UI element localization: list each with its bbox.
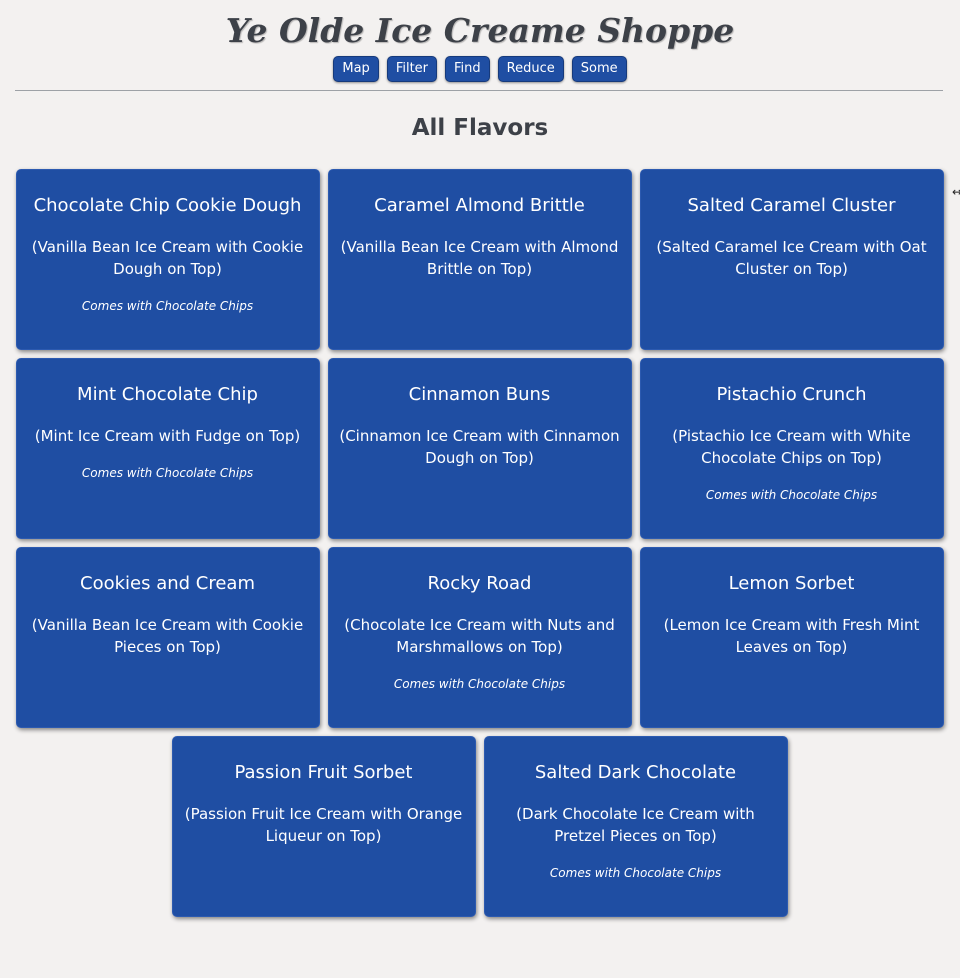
flavor-name: Pistachio Crunch (716, 384, 867, 405)
page-header: Ye Olde Ice Creame Shoppe Map Filter Fin… (0, 0, 960, 82)
section-title: All Flavors (411, 115, 549, 141)
flavor-description: (Mint Ice Cream with Fudge on Top) (34, 427, 301, 445)
find-button[interactable]: Find (445, 56, 490, 82)
flavor-description: (Pistachio Ice Cream with White Chocolat… (672, 427, 911, 467)
nav-bar: Map Filter Find Reduce Some (0, 56, 960, 82)
filter-button[interactable]: Filter (386, 56, 438, 82)
flavor-card[interactable]: Chocolate Chip Cookie Dough (Vanilla Bea… (15, 169, 320, 350)
flavor-description: (Chocolate Ice Cream with Nuts and Marsh… (344, 616, 615, 656)
some-button[interactable]: Some (571, 56, 627, 82)
flavor-card[interactable]: Cinnamon Buns (Cinnamon Ice Cream with C… (327, 358, 632, 539)
flavor-description: (Passion Fruit Ice Cream with Orange Liq… (184, 805, 463, 845)
app-title: Ye Olde Ice Creame Shoppe (225, 11, 735, 50)
flavor-name: Chocolate Chip Cookie Dough (33, 195, 302, 216)
map-button[interactable]: Map (333, 56, 379, 82)
flavor-card[interactable]: Salted Dark Chocolate (Dark Chocolate Ic… (483, 736, 788, 917)
flavor-name: Cookies and Cream (80, 573, 255, 594)
flavor-card[interactable]: Mint Chocolate Chip (Mint Ice Cream with… (15, 358, 320, 539)
flavor-card[interactable]: Rocky Road (Chocolate Ice Cream with Nut… (327, 547, 632, 728)
flavor-card[interactable]: Passion Fruit Sorbet (Passion Fruit Ice … (171, 736, 476, 917)
flavor-extra: Comes with Chocolate Chips (393, 677, 566, 691)
flavor-card[interactable]: Lemon Sorbet (Lemon Ice Cream with Fresh… (639, 547, 944, 728)
flavor-name: Lemon Sorbet (728, 573, 855, 594)
flavor-description: (Vanilla Bean Ice Cream with Cookie Doug… (31, 238, 304, 278)
flavor-name: Rocky Road (427, 573, 532, 594)
flavor-card[interactable]: Cookies and Cream (Vanilla Bean Ice Crea… (15, 547, 320, 728)
flavor-extra: Comes with Chocolate Chips (549, 866, 722, 880)
flavor-card[interactable]: Salted Caramel Cluster (Salted Caramel I… (639, 169, 944, 350)
flavor-description: (Dark Chocolate Ice Cream with Pretzel P… (516, 805, 755, 845)
flavor-name: Cinnamon Buns (408, 384, 551, 405)
flavor-name: Caramel Almond Brittle (374, 195, 585, 216)
flavor-extra: Comes with Chocolate Chips (705, 488, 878, 502)
flavor-description: (Vanilla Bean Ice Cream with Almond Brit… (340, 238, 619, 278)
flavor-extra: Comes with Chocolate Chips (81, 299, 254, 313)
flavor-name: Mint Chocolate Chip (77, 384, 258, 405)
flavor-name: Salted Caramel Cluster (687, 195, 896, 216)
flavor-card[interactable]: Caramel Almond Brittle (Vanilla Bean Ice… (327, 169, 632, 350)
flavor-name: Salted Dark Chocolate (534, 762, 737, 783)
flavor-description: (Salted Caramel Ice Cream with Oat Clust… (656, 238, 927, 278)
flavor-extra: Comes with Chocolate Chips (81, 466, 254, 480)
flavor-description: (Cinnamon Ice Cream with Cinnamon Dough … (339, 427, 620, 467)
flavor-description: (Vanilla Bean Ice Cream with Cookie Piec… (31, 616, 304, 656)
flavor-description: (Lemon Ice Cream with Fresh Mint Leaves … (663, 616, 920, 656)
header-divider (15, 90, 943, 91)
reduce-button[interactable]: Reduce (497, 56, 564, 82)
resize-cursor-icon: ↔ (952, 185, 960, 199)
flavor-name: Passion Fruit Sorbet (234, 762, 413, 783)
flavor-grid: Chocolate Chip Cookie Dough (Vanilla Bea… (15, 169, 944, 917)
flavor-card[interactable]: Pistachio Crunch (Pistachio Ice Cream wi… (639, 358, 944, 539)
